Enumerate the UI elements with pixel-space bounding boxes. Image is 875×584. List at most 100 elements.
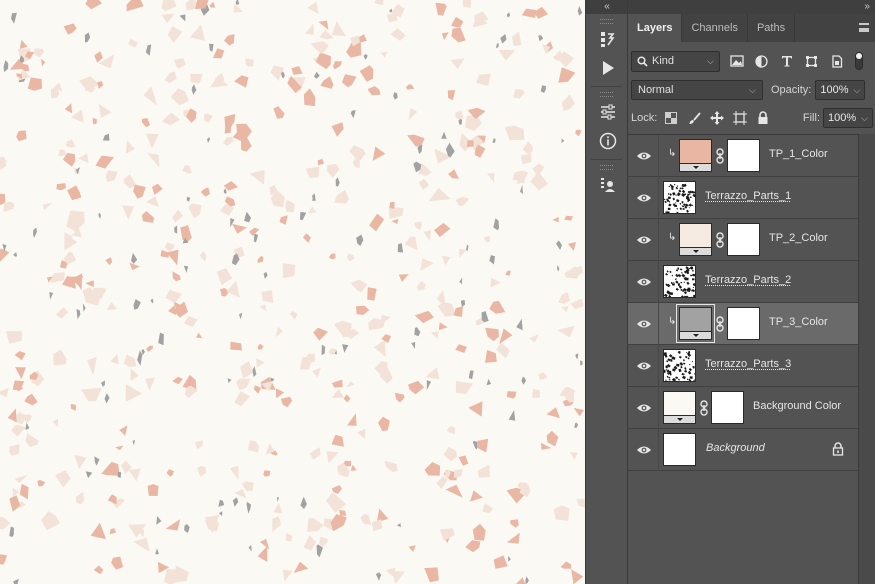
- layer-row[interactable]: Terrazzo_Parts_3: [628, 345, 858, 387]
- eye-icon[interactable]: [636, 233, 652, 247]
- terrazzo-chip: [430, 331, 439, 339]
- tab-layers[interactable]: Layers: [628, 14, 683, 42]
- collapse-panels-button[interactable]: ››: [628, 0, 875, 14]
- adjustments-panel-button[interactable]: [586, 97, 629, 126]
- terrazzo-chip: [307, 518, 324, 532]
- fill-value: 100%: [828, 112, 857, 124]
- terrazzo-chip: [418, 178, 430, 190]
- layer-name[interactable]: Terrazzo_Parts_2: [705, 274, 791, 286]
- terrazzo-chip: [0, 387, 9, 398]
- properties-panel-button[interactable]: [586, 170, 629, 199]
- layer-list-scrollbar[interactable]: [858, 134, 875, 584]
- layer-name[interactable]: TP_3_Color: [769, 316, 828, 328]
- terrazzo-chip: [477, 464, 490, 478]
- layer-lock-icon[interactable]: [832, 442, 844, 456]
- document-canvas[interactable]: [0, 0, 585, 584]
- terrazzo-chip: [9, 444, 20, 456]
- terrazzo-chip: [335, 177, 340, 187]
- terrazzo-chip: [179, 14, 186, 22]
- lock-image-pixels-icon[interactable]: [686, 110, 702, 126]
- filter-type-select[interactable]: Kind ⌵: [631, 50, 720, 72]
- terrazzo-chip: [522, 141, 533, 155]
- terrazzo-chip: [375, 572, 382, 581]
- eye-icon[interactable]: [636, 443, 652, 457]
- fill-layer-thumbnail[interactable]: [679, 139, 712, 172]
- terrazzo-chip: [318, 20, 329, 30]
- layer-name[interactable]: Terrazzo_Parts_3: [705, 358, 791, 370]
- fill-layer-thumbnail[interactable]: [663, 391, 696, 424]
- fill-field[interactable]: 100% ⌵: [823, 108, 873, 128]
- terrazzo-chip: [223, 136, 234, 146]
- pattern-layer-thumbnail[interactable]: [662, 349, 697, 384]
- filter-type-layers-icon[interactable]: [778, 53, 795, 70]
- eye-icon[interactable]: [636, 149, 652, 163]
- terrazzo-chip: [81, 387, 102, 402]
- layer-row[interactable]: Terrazzo_Parts_1: [628, 177, 858, 219]
- layer-mask-thumbnail[interactable]: [727, 223, 760, 256]
- collapse-dock-left-button[interactable]: ‹‹: [586, 0, 627, 14]
- filter-pixel-layers-icon[interactable]: [728, 53, 745, 70]
- layer-name[interactable]: Terrazzo_Parts_1: [705, 190, 791, 202]
- terrazzo-chip: [455, 344, 467, 353]
- eye-icon[interactable]: [636, 359, 652, 373]
- terrazzo-chip: [575, 353, 579, 360]
- lock-transparent-pixels-icon[interactable]: [663, 110, 679, 126]
- fill-layer-thumbnail[interactable]: [676, 304, 715, 343]
- lock-artboard-icon[interactable]: [732, 110, 748, 126]
- filter-adjustment-layers-icon[interactable]: [753, 53, 770, 70]
- eye-icon[interactable]: [636, 401, 652, 415]
- terrazzo-chip: [515, 577, 526, 584]
- terrazzo-chip: [331, 485, 342, 494]
- blend-mode-select[interactable]: Normal ⌵: [631, 80, 763, 100]
- panel-menu-icon[interactable]: [859, 23, 869, 32]
- terrazzo-chip: [276, 388, 285, 399]
- layer-row[interactable]: ↳ TP_3_Color: [628, 303, 858, 345]
- layer-row[interactable]: Background Color: [628, 387, 858, 429]
- layer-name[interactable]: Background Color: [753, 400, 841, 412]
- layer-name[interactable]: TP_1_Color: [769, 148, 828, 160]
- layer-name[interactable]: TP_2_Color: [769, 232, 828, 244]
- eye-icon[interactable]: [636, 191, 652, 205]
- terrazzo-chip: [19, 483, 29, 500]
- terrazzo-chip: [130, 368, 139, 381]
- terrazzo-chip: [374, 340, 386, 357]
- pattern-layer-thumbnail[interactable]: [663, 181, 697, 214]
- opacity-field[interactable]: 100% ⌵: [815, 80, 866, 100]
- mask-link-icon[interactable]: [715, 316, 725, 332]
- history-panel-button[interactable]: [586, 24, 629, 53]
- layer-row[interactable]: ↳ TP_2_Color: [628, 219, 858, 261]
- mask-link-icon[interactable]: [715, 148, 725, 164]
- tab-channels[interactable]: Channels: [682, 14, 748, 42]
- eye-icon[interactable]: [636, 317, 652, 331]
- terrazzo-chip: [279, 215, 288, 225]
- terrazzo-chip: [516, 318, 523, 331]
- layer-name[interactable]: Background: [706, 442, 765, 454]
- terrazzo-chip: [117, 471, 122, 478]
- terrazzo-chip: [573, 407, 584, 417]
- layer-row[interactable]: Terrazzo_Parts_2: [628, 261, 858, 303]
- layer-row[interactable]: Background: [628, 429, 858, 471]
- lock-all-icon[interactable]: [755, 110, 771, 126]
- filter-toggle-switch[interactable]: [855, 52, 863, 70]
- lock-position-icon[interactable]: [709, 110, 725, 126]
- filter-smart-objects-icon[interactable]: [828, 53, 845, 70]
- layer-row[interactable]: ↳ TP_1_Color: [628, 135, 858, 177]
- fill-layer-thumbnail[interactable]: [679, 223, 712, 256]
- terrazzo-chip: [230, 341, 243, 351]
- layer-mask-thumbnail[interactable]: [711, 391, 744, 424]
- layer-mask-thumbnail[interactable]: [727, 139, 760, 172]
- terrazzo-chip: [391, 571, 405, 584]
- filter-shape-layers-icon[interactable]: [803, 53, 820, 70]
- pattern-layer-thumbnail[interactable]: [663, 265, 697, 299]
- layer-mask-thumbnail[interactable]: [727, 307, 760, 340]
- mask-link-icon[interactable]: [699, 400, 709, 416]
- mask-link-icon[interactable]: [715, 232, 725, 248]
- terrazzo-chip: [234, 489, 247, 499]
- actions-panel-button[interactable]: [586, 53, 629, 82]
- tab-paths[interactable]: Paths: [748, 14, 796, 42]
- layer-thumbnail[interactable]: [663, 433, 696, 466]
- info-panel-button[interactable]: [586, 126, 629, 155]
- terrazzo-chip: [164, 242, 175, 252]
- terrazzo-chip: [448, 169, 459, 179]
- eye-icon[interactable]: [636, 275, 652, 289]
